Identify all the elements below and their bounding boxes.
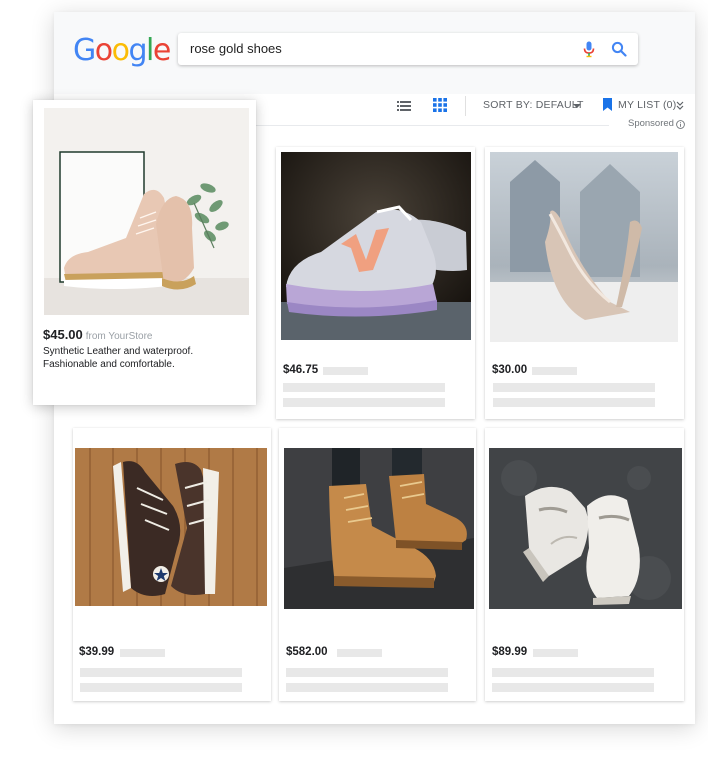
text-placeholder: [286, 683, 448, 692]
sort-dropdown[interactable]: SORT BY: DEFAULT: [483, 98, 584, 112]
microphone-icon[interactable]: [583, 41, 595, 58]
product-card[interactable]: $46.75: [276, 147, 475, 419]
double-chevron-down-icon[interactable]: [676, 101, 684, 110]
product-card[interactable]: $89.99: [485, 428, 684, 701]
product-image-glitter-stiletto-heel: [490, 152, 678, 342]
bookmark-icon[interactable]: [603, 98, 612, 111]
text-placeholder: [80, 668, 242, 677]
featured-product-card[interactable]: $45.00 from YourStore Synthetic Leather a…: [33, 100, 256, 405]
text-placeholder: [492, 668, 654, 677]
text-placeholder: [492, 683, 654, 692]
my-list-button[interactable]: MY LIST (0): [618, 98, 676, 112]
featured-description: Synthetic Leather and waterproof. Fashio…: [43, 346, 243, 371]
text-placeholder: [120, 649, 165, 657]
featured-store[interactable]: from YourStore: [86, 331, 153, 342]
info-icon[interactable]: [676, 120, 685, 129]
product-image-pastel-running-sneaker: [281, 152, 471, 340]
text-placeholder: [533, 649, 578, 657]
featured-price-line: $45.00 from YourStore: [43, 327, 152, 342]
text-placeholder: [493, 398, 655, 407]
product-image-rose-gold-oxford-shoe: [44, 108, 249, 315]
featured-description-line: Synthetic Leather and waterproof.: [43, 346, 194, 357]
search-header: Google rose gold shoes: [54, 12, 695, 94]
product-card[interactable]: $39.99: [73, 428, 271, 701]
grid-view-icon[interactable]: [433, 98, 447, 112]
toolbar-divider: [465, 96, 466, 116]
product-image-dark-high-top-canvas-sneakers: [75, 448, 267, 606]
product-price: $582.00: [286, 646, 328, 658]
text-placeholder: [493, 383, 655, 392]
search-input[interactable]: rose gold shoes: [178, 33, 638, 65]
text-placeholder: [337, 649, 382, 657]
text-placeholder: [532, 367, 577, 375]
search-query: rose gold shoes: [190, 41, 282, 56]
text-placeholder: [283, 383, 445, 392]
featured-price: $45.00: [43, 327, 83, 342]
product-image-white-high-top-sneakers: [489, 448, 682, 609]
product-price: $46.75: [283, 364, 319, 376]
list-view-icon[interactable]: [397, 99, 411, 113]
search-icon[interactable]: [611, 41, 627, 57]
sponsored-label: Sponsored: [628, 118, 674, 129]
product-image-tan-work-boots: [284, 448, 474, 609]
product-card[interactable]: $582.00: [279, 428, 476, 701]
text-placeholder: [80, 683, 242, 692]
product-price: $39.99: [79, 646, 115, 658]
text-placeholder: [286, 668, 448, 677]
text-placeholder: [283, 398, 445, 407]
featured-description-line: Fashionable and comfortable.: [43, 358, 175, 370]
product-card[interactable]: $30.00: [485, 147, 684, 419]
text-placeholder: [323, 367, 368, 375]
caret-down-icon[interactable]: [573, 104, 581, 108]
product-price: $30.00: [492, 364, 528, 376]
google-logo[interactable]: Google: [73, 34, 171, 68]
product-price: $89.99: [492, 646, 528, 658]
